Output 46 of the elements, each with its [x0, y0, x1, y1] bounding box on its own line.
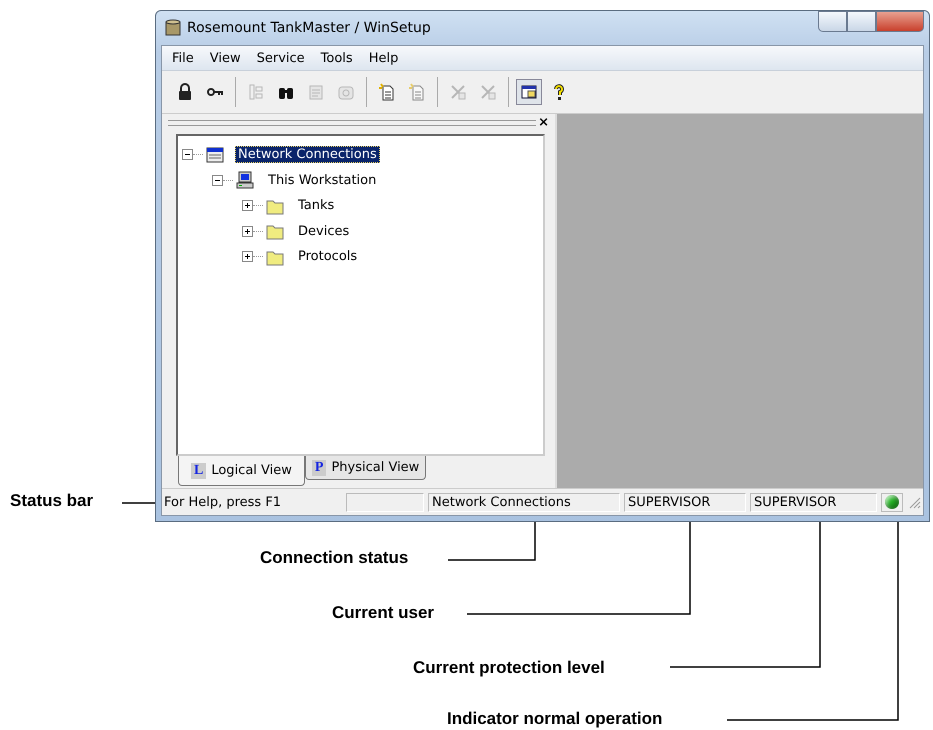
callout-label: Indicator normal operation	[447, 709, 662, 729]
callout-label: Connection status	[260, 548, 408, 568]
callout-label: Current user	[332, 603, 434, 623]
status-pane: Network Connections	[428, 492, 620, 512]
toolbar-button[interactable]	[516, 79, 542, 105]
menu-item[interactable]: File	[166, 48, 200, 68]
scissors-icon	[479, 83, 497, 101]
tree-icon	[247, 83, 265, 101]
collapse-button[interactable]	[212, 174, 223, 186]
menu-item[interactable]: Help	[362, 48, 404, 68]
tree-item[interactable]: Tanks	[295, 197, 338, 214]
expand-button[interactable]	[242, 251, 253, 262]
collapse-button[interactable]	[182, 149, 193, 160]
maximize-button[interactable]	[847, 11, 876, 32]
menu-item[interactable]: Tools	[314, 48, 359, 68]
cylinder-icon	[165, 19, 181, 37]
window-title: Rosemount TankMaster / WinSetup	[187, 20, 431, 36]
tab[interactable]: P Physical View	[304, 456, 426, 480]
leader-line	[122, 502, 155, 504]
window-icon	[205, 146, 225, 164]
menu-item[interactable]: View	[204, 48, 247, 68]
window-icon	[520, 83, 538, 101]
tree-item[interactable]: Protocols	[295, 248, 360, 266]
document-icon	[307, 83, 325, 101]
status-pane: SUPERVISOR	[624, 492, 746, 512]
computer-icon	[235, 171, 255, 190]
status-pane: SUPERVISOR	[750, 492, 877, 512]
tree-item[interactable]: Network Connections	[235, 146, 380, 164]
letter-icon: P	[312, 460, 326, 476]
expand-button[interactable]	[242, 200, 253, 212]
minimize-button[interactable]	[818, 11, 847, 32]
status-text: For Help, press F1	[164, 494, 282, 510]
tab[interactable]: L Logical View	[178, 456, 305, 486]
lock-icon	[176, 83, 194, 101]
menu-item[interactable]: Service	[250, 48, 311, 68]
scissors-icon	[449, 83, 467, 101]
tree-item[interactable]: This Workstation	[265, 172, 380, 189]
callout-label: Status bar	[10, 491, 94, 511]
callout-label: Current protection level	[413, 658, 605, 678]
letter-icon: L	[191, 462, 206, 478]
resize-grip-icon[interactable]	[907, 495, 921, 509]
tree-item[interactable]: Devices	[295, 222, 352, 240]
expand-button[interactable]	[242, 226, 253, 237]
document-icon	[408, 83, 426, 101]
close-button[interactable]: ×	[538, 118, 549, 128]
document-icon	[378, 83, 396, 101]
